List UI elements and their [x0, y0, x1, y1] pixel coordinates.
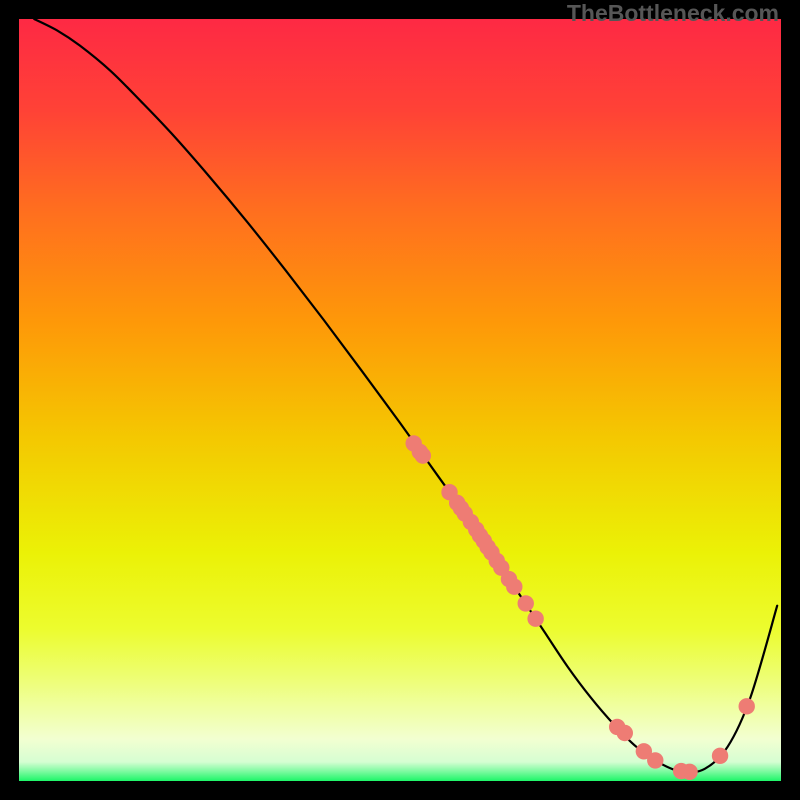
- gradient-background: [19, 19, 781, 781]
- chart-frame: [19, 19, 781, 781]
- data-point: [712, 748, 728, 764]
- data-point: [506, 578, 522, 594]
- data-point: [617, 725, 633, 741]
- bottleneck-chart: [19, 19, 781, 781]
- data-point: [518, 595, 534, 611]
- data-point: [527, 610, 543, 626]
- data-point: [647, 752, 663, 768]
- watermark-text: TheBottleneck.com: [567, 0, 779, 27]
- data-point: [415, 447, 431, 463]
- data-point: [739, 698, 755, 714]
- data-point: [681, 764, 697, 780]
